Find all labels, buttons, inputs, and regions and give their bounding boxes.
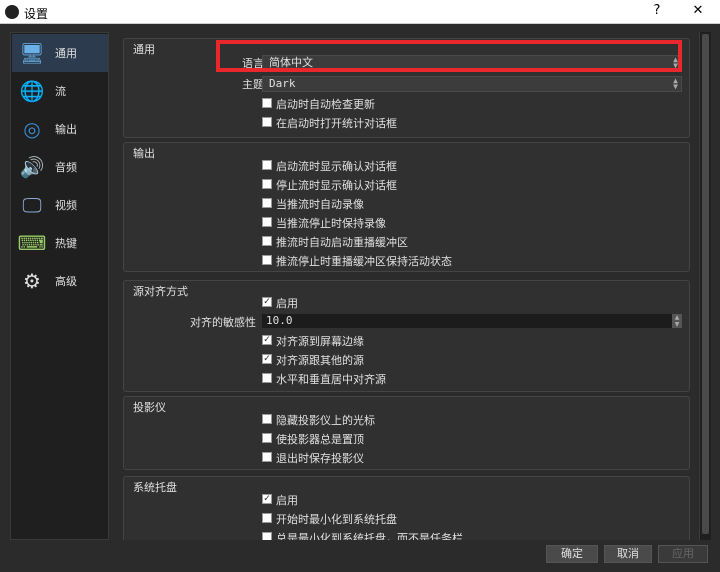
checkbox-label: 对齐源跟其他的源 [276,354,364,367]
cancel-button[interactable]: 取消 [604,545,652,563]
group-projector: 投影仪 隐藏投影仪上的光标 使投影器总是置顶 退出时保存投影仪 [123,396,690,470]
checkbox-label: 开始时最小化到系统托盘 [276,513,397,526]
advanced-gears-icon: ⚙ [23,269,41,293]
theme-select[interactable]: Dark ▲ ▼ [262,76,682,92]
sensitivity-spinbox[interactable]: 10.0 [262,314,672,328]
ok-button[interactable]: 确定 [546,545,598,563]
checkbox-label: 当推流停止时保持录像 [276,217,386,230]
checkbox-label: 停止流时显示确认对话框 [276,179,397,192]
highlight-box [216,40,682,72]
checkbox[interactable]: ✓ [262,494,272,504]
sidebar-item-stream[interactable]: 🌐 流 [12,72,108,110]
checkbox[interactable] [262,433,272,443]
checkbox[interactable] [262,452,272,462]
sidebar-item-output[interactable]: ◎ 输出 [12,110,108,148]
checkbox[interactable]: ✓ [262,335,272,345]
group-system-tray: 系统托盘 ✓ 启用 开始时最小化到系统托盘 总是最小化到系统托盘，而不是任务栏 [123,476,690,540]
help-button[interactable]: ? [647,3,667,18]
checkbox[interactable] [262,513,272,523]
checkbox-label: 水平和垂直居中对齐源 [276,373,386,386]
open-stats-checkbox[interactable] [262,117,272,127]
sidebar-item-advanced[interactable]: ⚙ 高级 [12,262,108,300]
scrollbar-thumb[interactable] [702,34,709,534]
checkbox[interactable] [262,532,272,540]
theme-label: 主题 [242,78,264,91]
check-updates-checkbox[interactable] [262,98,272,108]
checkbox[interactable]: ✓ [262,354,272,364]
close-button[interactable]: ✕ [688,3,708,18]
content-scrollbar[interactable] [699,32,711,540]
spin-arrows-icon[interactable]: ▲ ▼ [672,314,682,328]
checkbox-label: 启动流时显示确认对话框 [276,160,397,173]
checkbox[interactable] [262,373,272,383]
audio-speaker-icon: 🔊 [19,155,45,179]
group-title: 投影仪 [133,401,166,414]
checkbox-label: 启动时自动检查更新 [276,98,375,111]
output-signal-icon: ◎ [23,117,41,141]
title-bar: 设置 ? ✕ [0,0,720,24]
checkbox-label: 对齐源到屏幕边缘 [276,335,364,348]
apply-button[interactable]: 应用 [658,545,708,563]
group-snapping: 源对齐方式 ✓ 启用 对齐的敏感性 10.0 ▲ ▼ ✓ 对齐源到屏幕边缘 ✓ 对齐源跟… [123,280,690,392]
checkbox-label: 启用 [276,297,298,310]
checkbox-label: 使投影器总是置顶 [276,433,364,446]
stream-globe-icon: 🌐 [19,79,45,103]
settings-sidebar: 🖥 通用 🌐 流 ◎ 输出 🔊 音频 🖵 视频 ⌨ 热键 ⚙ 高级 [10,32,109,540]
checkbox-label: 隐藏投影仪上的光标 [276,414,375,427]
hotkeys-keyboard-icon: ⌨ [17,231,47,255]
sensitivity-label: 对齐的敏感性 [190,316,256,329]
checkbox-label: 退出时保存投影仪 [276,452,364,465]
settings-content: 通用 语言 简体中文 ▲ ▼ 主题 Dark ▲ ▼ 启动时自动检查更新 在启动时打开统… [116,32,696,540]
checkbox-label: 推流时自动启动重播缓冲区 [276,236,408,249]
checkbox[interactable] [262,179,272,189]
checkbox-label: 总是最小化到系统托盘，而不是任务栏 [276,532,463,540]
video-monitor-icon: 🖵 [22,193,42,217]
group-output: 输出 启动流时显示确认对话框 停止流时显示确认对话框 当推流时自动录像 当推流停… [123,142,690,272]
sidebar-item-audio[interactable]: 🔊 音频 [12,148,108,186]
checkbox[interactable] [262,236,272,246]
checkbox[interactable] [262,217,272,227]
obs-logo-icon [5,5,19,19]
sidebar-item-hotkeys[interactable]: ⌨ 热键 [12,224,108,262]
checkbox-label: 启用 [276,494,298,507]
sidebar-item-video[interactable]: 🖵 视频 [12,186,108,224]
group-title: 源对齐方式 [133,285,188,298]
sidebar-item-general[interactable]: 🖥 通用 [12,34,108,72]
checkbox[interactable] [262,160,272,170]
checkbox-label: 推流停止时重播缓冲区保持活动状态 [276,255,452,268]
checkbox[interactable] [262,198,272,208]
checkbox[interactable] [262,255,272,265]
general-icon: 🖥 [19,41,45,65]
checkbox[interactable] [262,414,272,424]
checkbox-label: 当推流时自动录像 [276,198,364,211]
group-title: 系统托盘 [133,481,177,494]
group-title: 输出 [133,147,155,160]
chevron-updown-icon: ▲ ▼ [673,76,678,91]
window-title: 设置 [24,7,49,21]
checkbox-label: 在启动时打开统计对话框 [276,117,397,130]
snapping-enable-checkbox[interactable]: ✓ [262,297,272,307]
